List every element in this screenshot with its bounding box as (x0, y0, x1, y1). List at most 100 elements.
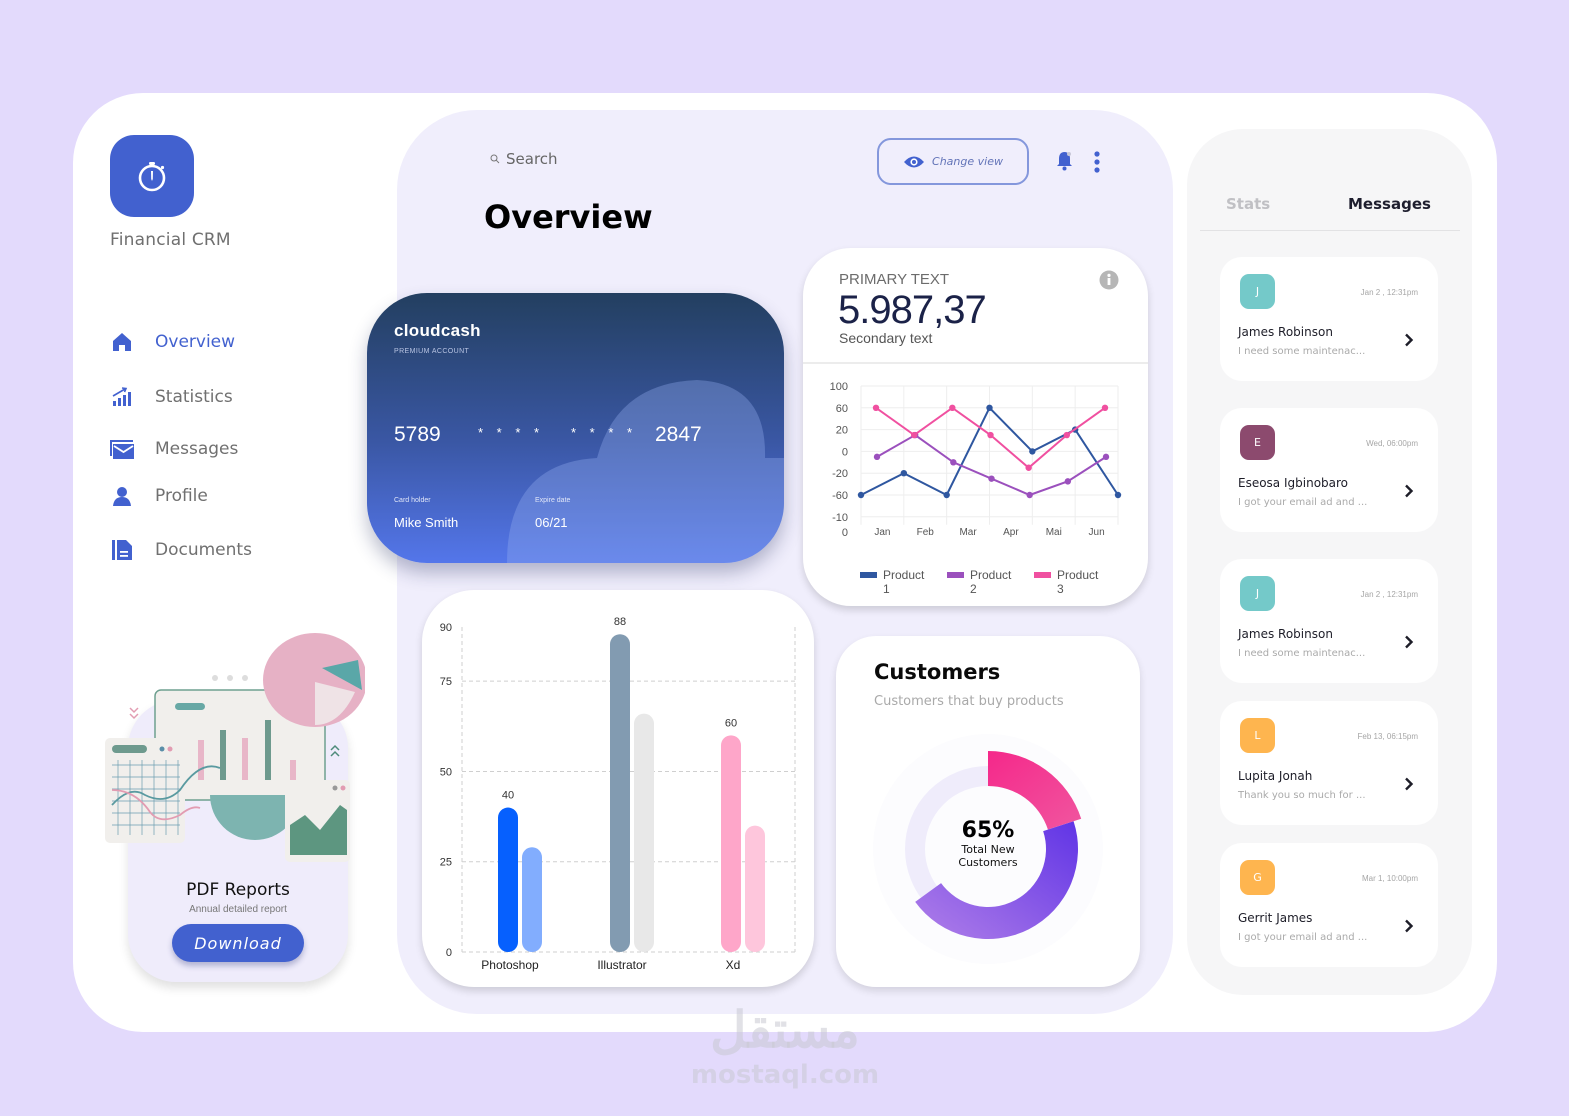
info-icon[interactable] (1099, 270, 1119, 290)
download-button[interactable]: Download (172, 924, 304, 962)
stat-label: PRIMARY TEXT (839, 271, 950, 288)
chevron-right-icon[interactable] (1404, 635, 1414, 649)
series-line-2 (876, 433, 1107, 497)
sidebar-item-overview[interactable]: Overview (108, 324, 338, 360)
message-item[interactable]: J Jan 2 , 12:31pm James Robinson I need som… (1220, 257, 1438, 381)
message-sender: Eseosa Igbinobaro (1238, 476, 1349, 490)
sidebar-item-statistics[interactable]: Statistics (108, 379, 338, 415)
message-sender: James Robinson (1238, 325, 1333, 339)
avatar-initial: G (1253, 871, 1262, 884)
divider (803, 362, 1148, 364)
message-item[interactable]: L Feb 13, 06:15pm Lupita Jonah Thank you so… (1220, 701, 1438, 825)
chevron-right-icon[interactable] (1404, 484, 1414, 498)
sidebar-item-label: Messages (155, 439, 239, 459)
y-tick-label: 20 (836, 425, 848, 437)
report-illustration (105, 633, 365, 862)
tab-divider (1200, 230, 1460, 231)
bar-value-label: 88 (614, 616, 626, 628)
message-item[interactable]: E Wed, 06:00pm Eseosa Igbinobaro I got your… (1220, 408, 1438, 532)
watermark-latin: mostaql.com (690, 1060, 880, 1090)
legend-label: Product 3 (1057, 568, 1099, 596)
chevron-right-icon[interactable] (1404, 333, 1414, 347)
more-options-icon[interactable] (1092, 151, 1102, 173)
tab-messages[interactable]: Messages (1348, 195, 1431, 213)
message-item[interactable]: J Jan 2 , 12:31pm James Robinson I need som… (1220, 559, 1438, 683)
pdf-report-title: PDF Reports (186, 880, 290, 900)
notification-bell-icon[interactable] (1056, 151, 1073, 171)
page-title: Overview (484, 198, 653, 236)
customers-subtitle: Customers that buy products (874, 694, 1064, 709)
search-bar[interactable] (490, 150, 706, 168)
stat-secondary: Secondary text (839, 330, 933, 346)
legend-swatch (947, 572, 964, 578)
line-chart-legend: Product 1 Product 2 Product 3 (860, 568, 1105, 596)
message-preview: I got your email ad and ... (1238, 497, 1368, 508)
message-preview: I need some maintenac... (1238, 648, 1366, 659)
avatar: E (1240, 425, 1275, 460)
sidebar-item-label: Profile (155, 486, 208, 506)
donut-center-label-text: Total New Customers (958, 843, 1018, 869)
legend-item[interactable]: Product 2 (947, 568, 1018, 596)
legend-item[interactable]: Product 3 (1034, 568, 1105, 596)
app-title: Financial CRM (110, 230, 231, 250)
sidebar-item-label: Overview (155, 332, 236, 352)
bar-value-label: 60 (725, 717, 737, 729)
stat-card: PRIMARY TEXT 5.987,37 Secondary text 100… (803, 248, 1148, 606)
data-point (1026, 491, 1033, 499)
bar-illustrator-primary (610, 634, 630, 952)
message-time: Wed, 06:00pm (1366, 439, 1418, 448)
line-chart: 100 60 20 0 -20 -60 -10 0 Jan Feb Mar Apr Mai Jun (830, 381, 1122, 539)
card-holder-name: Mike Smith (394, 515, 459, 530)
data-point (872, 404, 880, 411)
app-logo[interactable] (110, 135, 194, 217)
legend-item[interactable]: Product 1 (860, 568, 931, 596)
bar-xd-primary (721, 735, 741, 952)
sidebar-item-documents[interactable]: Documents (108, 532, 338, 568)
avatar-initial: J (1255, 285, 1260, 298)
card-number-group: 5789 (394, 423, 441, 446)
message-preview: Thank you so much for ... (1238, 790, 1366, 801)
legend-swatch (860, 572, 877, 578)
x-tick-label: Apr (1003, 527, 1019, 538)
y-tick-label: 0 (446, 947, 452, 959)
message-item[interactable]: G Mar 1, 10:00pm Gerrit James I got your em… (1220, 843, 1438, 967)
data-point (986, 404, 993, 411)
card-brand: cloudcash (394, 321, 481, 340)
avatar: L (1240, 718, 1275, 753)
data-point (943, 491, 950, 499)
avatar-initial: J (1255, 587, 1260, 600)
y-tick-label: 75 (440, 676, 452, 688)
message-sender: James Robinson (1238, 627, 1333, 641)
donut-center-label: Total New Customers (836, 843, 1140, 869)
data-point (873, 453, 881, 461)
change-view-button[interactable]: Change view (877, 138, 1029, 185)
data-point (1063, 431, 1071, 439)
card-number-group: * * * * (571, 425, 638, 440)
search-input[interactable] (506, 150, 706, 168)
tab-stats[interactable]: Stats (1226, 195, 1270, 213)
donut-center-value: 65% (961, 818, 1015, 843)
chevron-right-icon[interactable] (1404, 919, 1414, 933)
x-tick-label: Xd (726, 958, 741, 972)
data-point (1029, 448, 1036, 455)
bar-chart-card: 0 25 50 75 90 40 Photoshop 88 Illustrator 60 Xd (422, 590, 814, 987)
search-icon (490, 154, 500, 164)
message-sender: Lupita Jonah (1238, 769, 1313, 783)
sidebar-item-messages[interactable]: Messages (108, 431, 338, 467)
chevron-right-icon[interactable] (1404, 777, 1414, 791)
y-tick-label: 60 (836, 403, 848, 415)
customers-title: Customers (874, 660, 1001, 684)
y-tick-label: -60 (832, 490, 848, 502)
avatar-initial: L (1254, 729, 1261, 742)
y-tick-label: -20 (832, 468, 848, 480)
legend-label: Product 2 (970, 568, 1012, 596)
bar-value-label: 40 (502, 790, 514, 802)
stopwatch-icon (138, 162, 166, 192)
bar-photoshop-primary (498, 807, 518, 952)
x-tick-label: Feb (917, 527, 935, 538)
pdf-report-subtitle: Annual detailed report (189, 904, 287, 915)
y-tick-label: 25 (440, 857, 452, 869)
y-tick-label: 0 (842, 446, 848, 458)
credit-card[interactable]: cloudcash PREMIUM ACCOUNT 5789 * * * * *… (367, 293, 784, 563)
sidebar-item-profile[interactable]: Profile (108, 478, 338, 514)
